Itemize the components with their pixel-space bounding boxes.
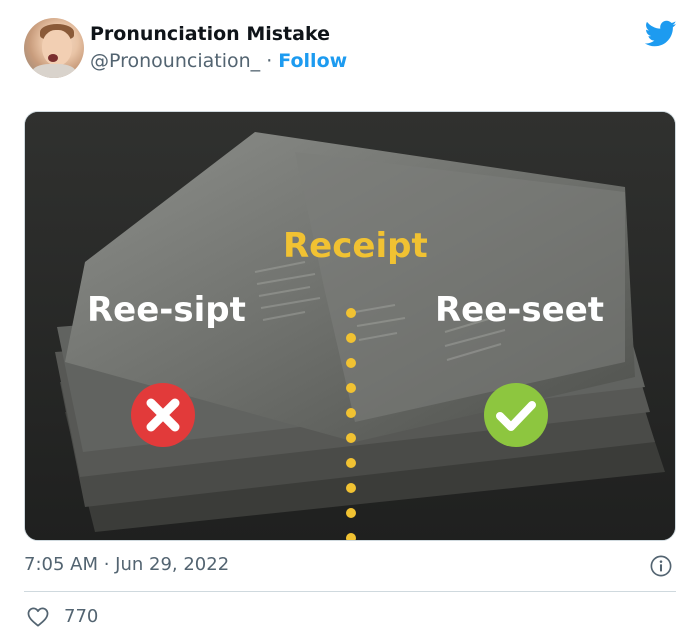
- handle-separator: ·: [260, 50, 279, 72]
- wrong-pronunciation-label: Ree-sipt: [87, 290, 246, 330]
- word-label: Receipt: [283, 226, 428, 266]
- tweet-timestamp[interactable]: 7:05 AM · Jun 29, 2022: [24, 554, 229, 575]
- right-pronunciation-label: Ree-seet: [435, 290, 605, 330]
- right-badge: [484, 383, 548, 447]
- like-count[interactable]: 770: [64, 606, 98, 627]
- handle-row: @Pronounciation_ · Follow: [90, 50, 347, 72]
- tweet-image[interactable]: Receipt Ree-sipt Ree-seet: [24, 111, 676, 541]
- info-icon[interactable]: [650, 555, 672, 577]
- footer-divider: [24, 591, 676, 592]
- avatar-face: [42, 30, 72, 66]
- handle[interactable]: @Pronounciation_: [90, 50, 260, 72]
- twitter-bird-icon[interactable]: [645, 20, 677, 48]
- avatar-shirt: [32, 64, 76, 78]
- x-icon: [146, 398, 180, 432]
- avatar-mouth: [48, 54, 58, 62]
- display-name[interactable]: Pronunciation Mistake: [90, 23, 330, 45]
- like-heart-icon[interactable]: [27, 607, 49, 627]
- wrong-badge: [131, 383, 195, 447]
- tweet-card: Pronunciation Mistake @Pronounciation_ ·…: [0, 0, 700, 644]
- follow-button[interactable]: Follow: [278, 50, 347, 72]
- check-icon: [496, 401, 536, 431]
- avatar[interactable]: [24, 18, 84, 78]
